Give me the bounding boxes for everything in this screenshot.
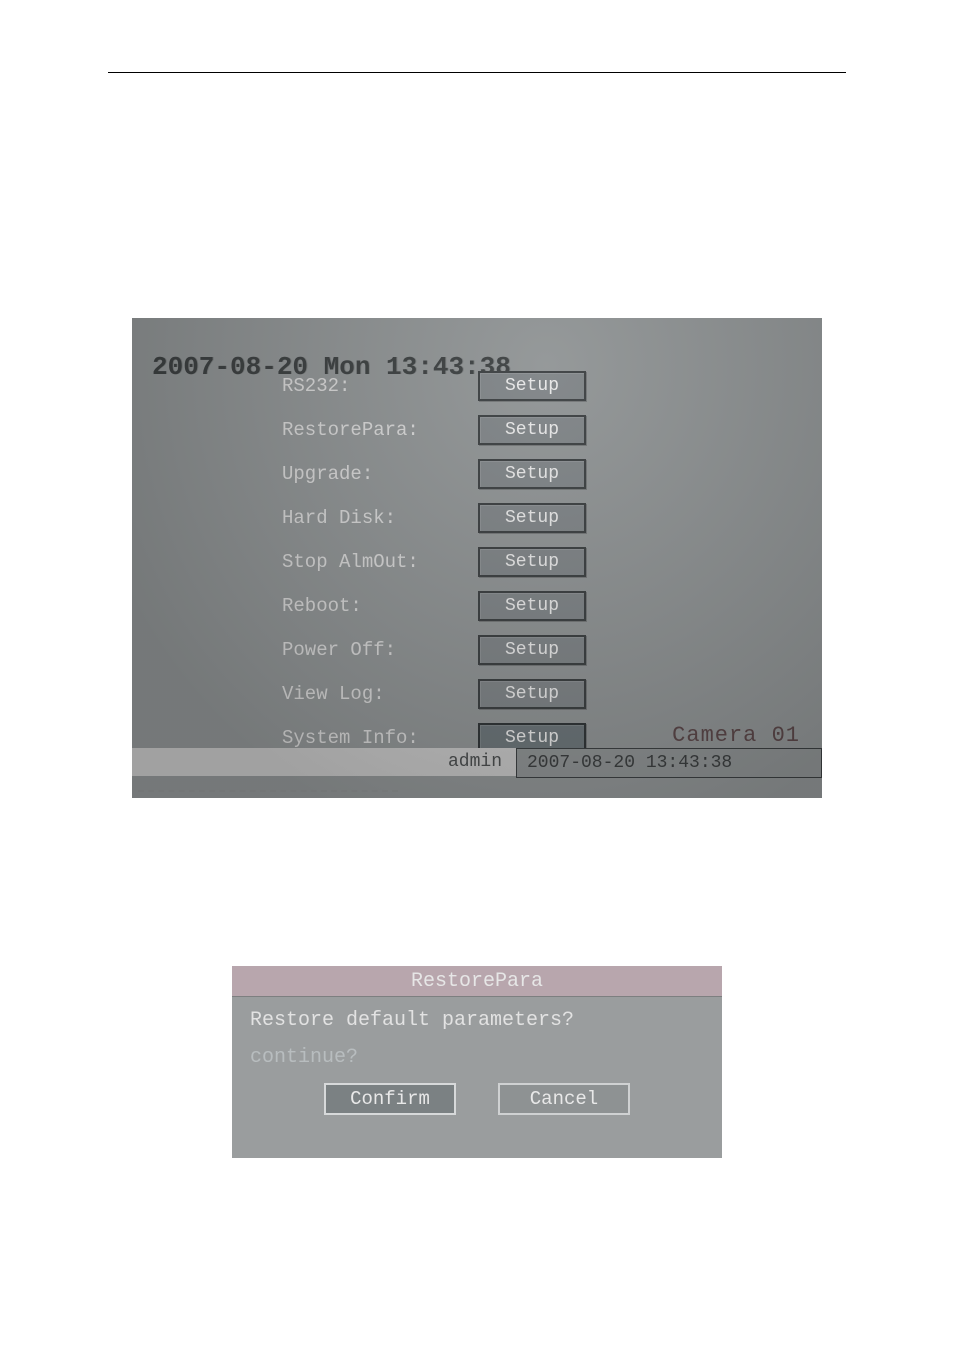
confirm-button[interactable]: Confirm xyxy=(324,1083,456,1115)
setup-button-restorepara[interactable]: Setup xyxy=(478,415,586,445)
row-rs232: RS232: Setup xyxy=(282,364,792,408)
dialog-line2: continue? xyxy=(250,1046,704,1069)
row-viewlog: View Log: Setup xyxy=(282,672,792,716)
label-poweroff: Power Off: xyxy=(282,639,478,661)
row-reboot: Reboot: Setup xyxy=(282,584,792,628)
setup-button-reboot[interactable]: Setup xyxy=(478,591,586,621)
row-stopalmout: Stop AlmOut: Setup xyxy=(282,540,792,584)
menu-rows: RS232: Setup RestorePara: Setup Upgrade:… xyxy=(282,364,792,760)
status-bar: admin 2007-08-20 13:43:38 xyxy=(132,748,822,776)
row-upgrade: Upgrade: Setup xyxy=(282,452,792,496)
row-restorepara: RestorePara: Setup xyxy=(282,408,792,452)
restore-confirm-dialog: RestorePara Restore default parameters? … xyxy=(232,966,722,1158)
document-page: 2007-08-20 Mon 13:43:38 RS232: Setup Res… xyxy=(0,0,954,1350)
label-reboot: Reboot: xyxy=(282,595,478,617)
decorative-dashline xyxy=(138,790,398,792)
dialog-buttons: Confirm Cancel xyxy=(250,1083,704,1115)
setup-button-poweroff[interactable]: Setup xyxy=(478,635,586,665)
row-poweroff: Power Off: Setup xyxy=(282,628,792,672)
cancel-button[interactable]: Cancel xyxy=(498,1083,630,1115)
label-stopalmout: Stop AlmOut: xyxy=(282,551,478,573)
label-rs232: RS232: xyxy=(282,375,478,397)
label-viewlog: View Log: xyxy=(282,683,478,705)
header-divider xyxy=(108,72,846,73)
status-time: 2007-08-20 13:43:38 xyxy=(516,748,822,778)
dialog-body: Restore default parameters? continue? Co… xyxy=(232,997,722,1127)
label-systeminfo: System Info: xyxy=(282,727,478,749)
setup-button-rs232[interactable]: Setup xyxy=(478,371,586,401)
dialog-line1: Restore default parameters? xyxy=(250,1009,704,1032)
dialog-title: RestorePara xyxy=(232,966,722,997)
status-user: admin xyxy=(132,748,516,776)
camera-osd-label: Camera 01 xyxy=(672,723,800,748)
setup-button-upgrade[interactable]: Setup xyxy=(478,459,586,489)
utilities-menu-screenshot: 2007-08-20 Mon 13:43:38 RS232: Setup Res… xyxy=(132,318,822,798)
label-harddisk: Hard Disk: xyxy=(282,507,478,529)
setup-button-harddisk[interactable]: Setup xyxy=(478,503,586,533)
label-restorepara: RestorePara: xyxy=(282,419,478,441)
row-harddisk: Hard Disk: Setup xyxy=(282,496,792,540)
setup-button-viewlog[interactable]: Setup xyxy=(478,679,586,709)
setup-button-stopalmout[interactable]: Setup xyxy=(478,547,586,577)
label-upgrade: Upgrade: xyxy=(282,463,478,485)
